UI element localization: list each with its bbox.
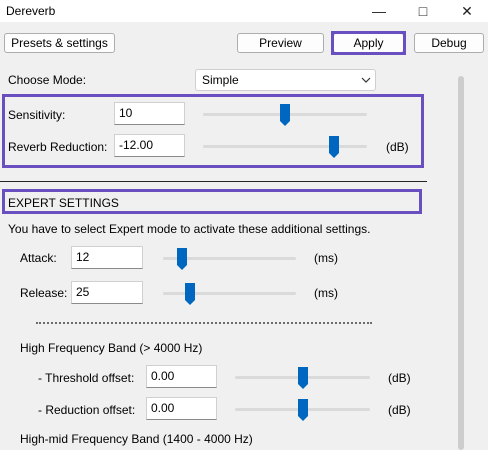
minimize-icon[interactable]: — — [356, 0, 402, 22]
reverb-reduction-slider-track[interactable] — [203, 145, 367, 148]
attack-input[interactable]: 12 — [71, 246, 143, 269]
preview-button[interactable]: Preview — [237, 33, 324, 53]
reduction-offset-input[interactable]: 0.00 — [146, 397, 217, 420]
maximize-icon[interactable]: □ — [400, 0, 446, 22]
chevron-down-icon — [361, 77, 371, 83]
window-title: Dereverb — [6, 4, 56, 18]
release-label: Release: — [20, 286, 68, 300]
reverb-reduction-input[interactable]: -12.00 — [114, 134, 185, 157]
reverb-reduction-label: Reverb Reduction: — [8, 140, 108, 154]
mode-label: Choose Mode: — [8, 73, 87, 87]
attack-label: Attack: — [20, 251, 57, 265]
release-input[interactable]: 25 — [71, 281, 143, 304]
high-band-label: High Frequency Band (> 4000 Hz) — [20, 341, 203, 355]
close-icon[interactable]: ✕ — [444, 0, 488, 22]
debug-button[interactable]: Debug — [414, 33, 484, 53]
threshold-offset-unit: (dB) — [388, 371, 411, 385]
reduction-offset-slider-thumb[interactable] — [297, 399, 308, 421]
sensitivity-label: Sensitivity: — [8, 108, 66, 122]
reverb-reduction-unit: (dB) — [386, 140, 409, 154]
release-slider-track[interactable] — [163, 292, 296, 295]
release-unit: (ms) — [314, 286, 338, 300]
reduction-offset-unit: (dB) — [388, 403, 411, 417]
basic-settings-highlight — [2, 94, 424, 168]
high-mid-band-label: High-mid Frequency Band (1400 - 4000 Hz) — [20, 432, 253, 446]
section-divider — [0, 181, 427, 182]
attack-unit: (ms) — [314, 251, 338, 265]
scrollbar-thumb[interactable] — [458, 76, 464, 450]
expert-settings-header: EXPERT SETTINGS — [8, 196, 119, 210]
mode-select[interactable]: Simple — [195, 69, 376, 91]
sensitivity-input[interactable]: 10 — [114, 102, 185, 125]
sensitivity-slider-thumb[interactable] — [280, 104, 290, 126]
presets-settings-button[interactable]: Presets & settings — [4, 33, 115, 53]
apply-highlight — [331, 31, 406, 55]
release-slider-thumb[interactable] — [184, 283, 195, 305]
threshold-offset-input[interactable]: 0.00 — [146, 365, 217, 388]
attack-slider-thumb[interactable] — [176, 248, 187, 270]
threshold-offset-slider-thumb[interactable] — [297, 367, 308, 389]
threshold-offset-label: - Threshold offset: — [38, 371, 135, 385]
reverb-reduction-slider-thumb[interactable] — [329, 136, 340, 158]
reduction-offset-label: - Reduction offset: — [38, 403, 136, 417]
mode-value: Simple — [202, 73, 239, 87]
dotted-divider — [36, 322, 372, 324]
expert-note: You have to select Expert mode to activa… — [8, 222, 371, 236]
